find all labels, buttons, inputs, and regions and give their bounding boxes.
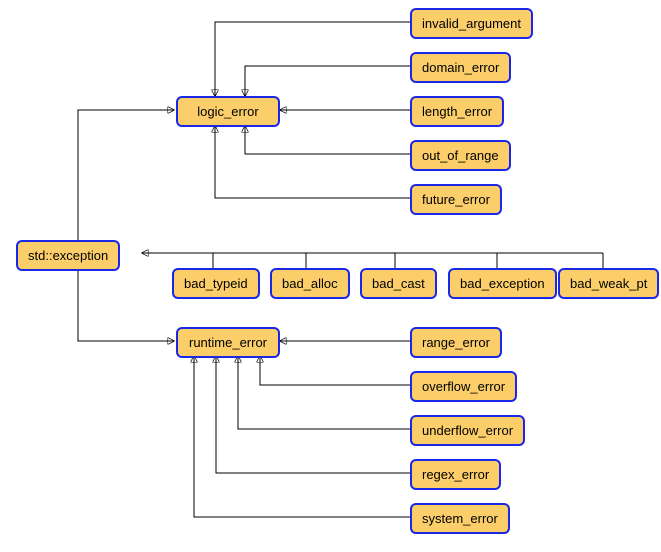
node-label: bad_typeid [184,276,248,291]
node-label: bad_cast [372,276,425,291]
node-bad-alloc: bad_alloc [270,268,350,299]
node-label: runtime_error [189,335,267,350]
node-std-exception: std::exception [16,240,120,271]
node-runtime-error: runtime_error [176,327,280,358]
node-label: system_error [422,511,498,526]
node-bad-exception: bad_exception [448,268,557,299]
node-regex-error: regex_error [410,459,501,490]
node-label: bad_weak_pt [570,276,647,291]
node-logic-error: logic_error [176,96,280,127]
node-label: invalid_argument [422,16,521,31]
node-range-error: range_error [410,327,502,358]
node-invalid-argument: invalid_argument [410,8,533,39]
node-label: overflow_error [422,379,505,394]
node-label: bad_alloc [282,276,338,291]
node-overflow-error: overflow_error [410,371,517,402]
node-label: logic_error [197,104,258,119]
node-system-error: system_error [410,503,510,534]
node-label: domain_error [422,60,499,75]
node-future-error: future_error [410,184,502,215]
node-label: bad_exception [460,276,545,291]
node-underflow-error: underflow_error [410,415,525,446]
node-label: std::exception [28,248,108,263]
node-label: out_of_range [422,148,499,163]
node-label: range_error [422,335,490,350]
node-bad-cast: bad_cast [360,268,437,299]
node-label: future_error [422,192,490,207]
node-length-error: length_error [410,96,504,127]
node-domain-error: domain_error [410,52,511,83]
node-bad-typeid: bad_typeid [172,268,260,299]
node-out-of-range: out_of_range [410,140,511,171]
node-bad-weak-pt: bad_weak_pt [558,268,659,299]
node-label: underflow_error [422,423,513,438]
node-label: regex_error [422,467,489,482]
node-label: length_error [422,104,492,119]
